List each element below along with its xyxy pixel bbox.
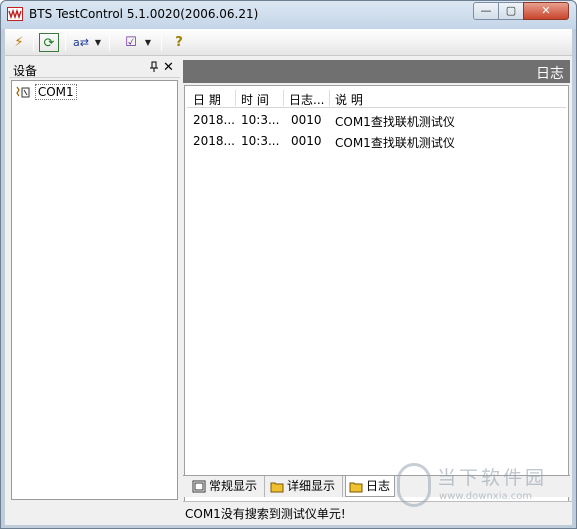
tree-item-label: COM1	[34, 84, 77, 100]
device-pane-header: 设备 ✕	[9, 60, 180, 78]
tab-normal-view-label: 常规显示	[209, 479, 258, 493]
log-pane-header: 日志	[183, 60, 570, 83]
cell-description: COM1查找联机测试仪	[335, 136, 455, 150]
tab-detail-view[interactable]: 详细显示	[267, 476, 343, 497]
normal-view-icon	[192, 476, 206, 501]
tab-detail-view-label: 详细显示	[287, 479, 336, 493]
checklist-icon[interactable]: ☑	[121, 33, 141, 52]
cell-code: 0010	[291, 113, 322, 127]
table-row[interactable]: 2018... 10:3... 0010 COM1查找联机测试仪	[187, 131, 566, 152]
table-row[interactable]: 2018... 10:3... 0010 COM1查找联机测试仪	[187, 110, 566, 131]
watermark-url: www.downxia.com	[439, 491, 533, 502]
cell-time: 10:3...	[241, 134, 280, 148]
help-icon[interactable]: ?	[169, 33, 189, 52]
cell-code: 0010	[291, 134, 322, 148]
window-title: BTS TestControl 5.1.0020(2006.06.21)	[29, 7, 259, 21]
title-bar[interactable]: BTS TestControl 5.1.0020(2006.06.21) — ▢…	[1, 1, 576, 29]
cell-description: COM1查找联机测试仪	[335, 115, 455, 129]
log-pane: 日志 日 期 时 间 日志... 说 明 2018... 10:3... 001…	[183, 60, 570, 505]
log-pane-title: 日志	[536, 66, 564, 82]
cell-date: 2018...	[193, 113, 235, 127]
device-pane-title: 设备	[13, 64, 38, 78]
app-window: BTS TestControl 5.1.0020(2006.06.21) — ▢…	[0, 0, 577, 529]
toolbar: ⚡ ⟳ a⇄ ▼ ☑ ▼ ?	[5, 29, 572, 56]
serial-port-icon	[15, 85, 31, 100]
log-column-headers: 日 期 时 间 日志... 说 明	[187, 88, 566, 108]
folder-icon	[270, 476, 284, 501]
refresh-icon[interactable]: ⟳	[39, 33, 59, 52]
connect-icon[interactable]: ⚡	[9, 33, 29, 52]
column-header-code[interactable]: 日志...	[289, 91, 324, 108]
pane-close-icon[interactable]: ✕	[163, 60, 174, 75]
watermark-logo-icon	[397, 463, 431, 507]
column-header-date[interactable]: 日 期	[193, 91, 221, 108]
device-pane: 设备 ✕ COM1 设备	[9, 60, 180, 523]
log-list[interactable]: 日 期 时 间 日志... 说 明 2018... 10:3... 0010 C…	[184, 85, 569, 505]
maximize-button[interactable]: ▢	[498, 2, 524, 20]
language-icon[interactable]: a⇄	[71, 33, 91, 52]
language-dropdown-arrow[interactable]: ▼	[93, 34, 103, 51]
status-message: COM1没有搜索到测试仪单元!	[185, 507, 346, 521]
folder-icon	[349, 476, 363, 501]
toolbar-separator	[65, 34, 66, 51]
app-logo-icon	[7, 7, 23, 21]
toolbar-separator	[109, 34, 110, 51]
cell-date: 2018...	[193, 134, 235, 148]
watermark: 当下软件园 www.downxia.com	[393, 461, 563, 513]
pin-icon[interactable]	[149, 61, 159, 76]
tab-log-label: 日志	[366, 479, 391, 493]
minimize-button[interactable]: —	[473, 2, 499, 20]
column-divider[interactable]	[283, 90, 284, 106]
status-bar-left	[9, 501, 180, 523]
column-header-description[interactable]: 说 明	[335, 91, 363, 108]
device-tree[interactable]: COM1	[11, 80, 178, 500]
tab-log[interactable]: 日志	[345, 476, 395, 497]
tab-normal-view[interactable]: 常规显示	[189, 476, 265, 497]
watermark-title: 当下软件园	[437, 467, 548, 489]
column-divider[interactable]	[235, 90, 236, 106]
toolbar-separator	[33, 34, 34, 51]
checklist-dropdown-arrow[interactable]: ▼	[143, 34, 153, 51]
cell-time: 10:3...	[241, 113, 280, 127]
close-button[interactable]: ✕	[523, 2, 569, 20]
tree-item-com1[interactable]: COM1	[15, 84, 77, 101]
column-header-time[interactable]: 时 间	[241, 91, 269, 108]
column-divider[interactable]	[329, 90, 330, 106]
toolbar-separator	[161, 34, 162, 51]
client-area: ⚡ ⟳ a⇄ ▼ ☑ ▼ ? 设备 ✕ COM1 日志 日 期 时 间 日志..…	[5, 29, 572, 525]
